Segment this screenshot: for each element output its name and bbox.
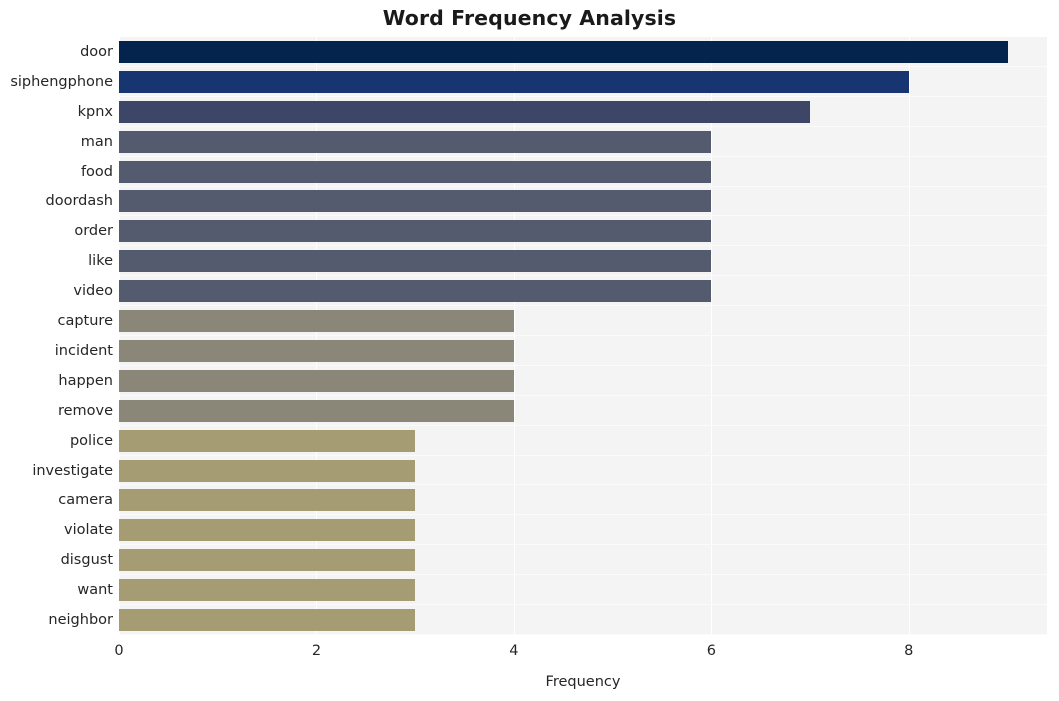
bar[interactable]	[119, 489, 416, 512]
bar[interactable]	[119, 220, 712, 243]
bar[interactable]	[119, 130, 712, 153]
bar[interactable]	[119, 250, 712, 273]
bars-layer	[119, 37, 1047, 635]
y-axis-tick-label: man	[80, 133, 113, 150]
bar[interactable]	[119, 549, 416, 572]
y-axis-tick-label: kpnx	[77, 103, 113, 120]
y-axis-tick-label: neighbor	[48, 612, 113, 629]
bar[interactable]	[119, 369, 514, 392]
x-axis-tick-label: 2	[311, 643, 322, 659]
y-axis-tick-label: happen	[58, 372, 113, 389]
y-axis-tick-label: investigate	[32, 462, 113, 479]
x-axis-tick-label: 8	[904, 643, 914, 659]
y-axis-tick-label: food	[80, 163, 113, 180]
bar[interactable]	[119, 429, 416, 452]
x-axis-title: Frequency	[545, 674, 621, 690]
x-axis-tick-labels: 0 2 4 6 8	[0, 643, 1059, 665]
y-axis-tick-label: door	[80, 43, 113, 60]
bar[interactable]	[119, 190, 712, 213]
bar[interactable]	[119, 40, 1008, 63]
y-axis-tick-label: capture	[57, 313, 113, 330]
y-axis-tick-labels: door siphengphone kpnx man food doordash order…	[0, 37, 113, 635]
y-axis-tick-label: disgust	[60, 552, 113, 569]
y-axis-tick-label: violate	[63, 522, 113, 539]
bar[interactable]	[119, 579, 416, 602]
bar[interactable]	[119, 609, 416, 632]
y-axis-tick-label: order	[74, 223, 113, 240]
bar[interactable]	[119, 339, 514, 362]
bar[interactable]	[119, 100, 811, 123]
bar[interactable]	[119, 70, 909, 93]
y-axis-tick-label: siphengphone	[10, 73, 113, 90]
x-axis-tick-label: 4	[509, 643, 519, 659]
chart-figure: Word Frequency Analysis door siphengphone…	[0, 0, 1059, 701]
x-axis-tick-label: 0	[114, 643, 124, 659]
bar[interactable]	[119, 280, 712, 303]
bar[interactable]	[119, 160, 712, 183]
y-axis-tick-label: want	[77, 582, 113, 599]
bar[interactable]	[119, 399, 514, 422]
y-axis-tick-label: remove	[57, 402, 113, 419]
y-axis-tick-label: incident	[54, 342, 113, 359]
y-axis-tick-label: video	[73, 283, 113, 300]
y-axis-tick-label: camera	[58, 492, 113, 509]
bar[interactable]	[119, 459, 416, 482]
bar[interactable]	[119, 519, 416, 542]
y-axis-tick-label: police	[69, 432, 113, 449]
plot-area	[119, 37, 1047, 635]
x-axis-tick-label: 6	[706, 643, 716, 659]
y-axis-tick-label: like	[88, 253, 113, 270]
y-axis-tick-label: doordash	[45, 193, 114, 210]
chart-title: Word Frequency Analysis	[382, 6, 677, 30]
bar[interactable]	[119, 310, 514, 333]
